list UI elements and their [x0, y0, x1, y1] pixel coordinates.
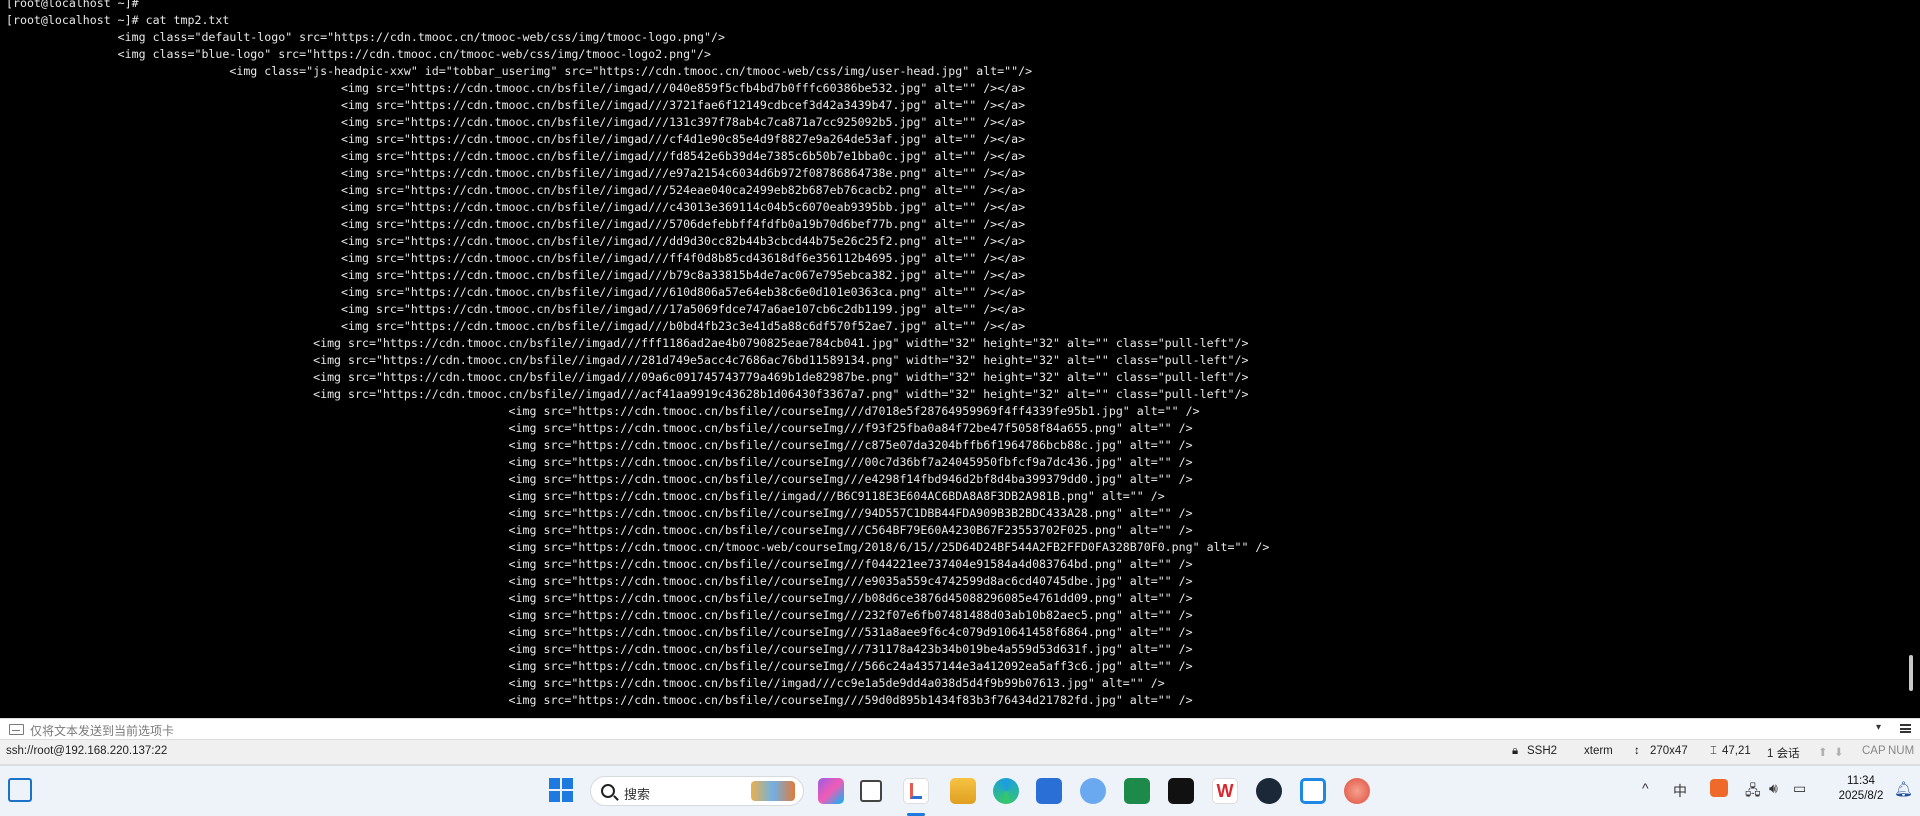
terminal-line: <img src="https://cdn.tmooc.cn/bsfile//c…	[6, 404, 1200, 418]
terminal-line: <img src="https://cdn.tmooc.cn/bsfile//i…	[6, 370, 1249, 384]
arrow-down-icon[interactable]: ⬇	[1834, 745, 1844, 759]
terminal-lines: [root@localhost ~]# [root@localhost ~]# c…	[0, 0, 1269, 709]
terminal-line: <img src="https://cdn.tmooc.cn/bsfile//c…	[6, 472, 1193, 486]
clock-time: 11:34	[1847, 775, 1875, 787]
terminal-line: <img src="https://cdn.tmooc.cn/bsfile//i…	[6, 217, 1026, 231]
terminal-line: <img src="https://cdn.tmooc.cn/bsfile//i…	[6, 98, 1026, 112]
terminal-line: <img src="https://cdn.tmooc.cn/bsfile//c…	[6, 438, 1193, 452]
terminal-line: <img src="https://cdn.tmooc.cn/bsfile//i…	[6, 336, 1249, 350]
snail-app-icon[interactable]	[1344, 778, 1370, 804]
task-view-icon[interactable]	[860, 780, 882, 802]
terminal-line: <img src="https://cdn.tmooc.cn/bsfile//c…	[6, 506, 1193, 520]
taskbar-search-box[interactable]: 搜索	[590, 776, 804, 806]
terminal-line: <img src="https://cdn.tmooc.cn/bsfile//i…	[6, 183, 1026, 197]
clock-date: 2025/8/2	[1838, 790, 1884, 802]
terminal-line: <img src="https://cdn.tmooc.cn/bsfile//i…	[6, 302, 1026, 316]
status-num: NUM	[1888, 745, 1915, 757]
edge-icon[interactable]	[993, 778, 1019, 804]
status-sessions: 1 会话	[1767, 748, 1800, 760]
terminal-line: <img src="https://cdn.tmooc.cn/bsfile//c…	[6, 574, 1193, 588]
terminal-line: <img src="https://cdn.tmooc.cn/bsfile//c…	[6, 523, 1193, 537]
terminal-line: <img src="https://cdn.tmooc.cn/bsfile//i…	[6, 251, 1026, 265]
terminal-line: <img src="https://cdn.tmooc.cn/bsfile//i…	[6, 149, 1026, 163]
tray-chevron-up-icon[interactable]: ^	[1642, 780, 1649, 796]
terminal-line: <img src="https://cdn.tmooc.cn/bsfile//c…	[6, 421, 1193, 435]
keyboard-icon	[9, 724, 24, 735]
terminal-line: [root@localhost ~]# cat tmp2.txt	[6, 13, 230, 27]
terminal-line: <img src="https://cdn.tmooc.cn/bsfile//i…	[6, 285, 1026, 299]
terminal-line: <img src="https://cdn.tmooc.cn/bsfile//i…	[6, 676, 1165, 690]
status-terminal-type: xterm	[1584, 745, 1613, 757]
taskbar-clock[interactable]: 11:34 2025/8/2	[1830, 774, 1892, 804]
notification-bell-icon[interactable]: 🔔︎	[1894, 780, 1913, 798]
terminal-line: <img class="default-logo" src="https://c…	[6, 30, 725, 44]
status-size: 270x47	[1650, 745, 1688, 757]
search-icon	[601, 784, 615, 798]
status-cursor-pos: 47,21	[1722, 745, 1751, 757]
tray-app-icon[interactable]	[1710, 779, 1728, 797]
status-protocol: SSH2	[1527, 745, 1558, 757]
terminal-line: <img src="https://cdn.tmooc.cn/bsfile//c…	[6, 693, 1193, 707]
control-panel-icon[interactable]	[1080, 778, 1106, 804]
terminal-line: <img src="https://cdn.tmooc.cn/bsfile//c…	[6, 455, 1193, 469]
input-method-icon[interactable]: 中	[1673, 781, 1687, 801]
terminal-line: <img src="https://cdn.tmooc.cn/bsfile//i…	[6, 115, 1026, 129]
terminal-line: [root@localhost ~]#	[6, 0, 139, 10]
terminal-line: <img src="https://cdn.tmooc.cn/bsfile//c…	[6, 659, 1193, 673]
screenshot-app-icon[interactable]	[1300, 778, 1326, 804]
terminal-line: <img src="https://cdn.tmooc.cn/bsfile//i…	[6, 353, 1249, 367]
status-connection: ssh://root@192.168.220.137:22	[6, 745, 168, 757]
terminal-line: <img src="https://cdn.tmooc.cn/bsfile//c…	[6, 557, 1193, 571]
terminal-line: <img class="js-headpic-xxw" id="tobbar_u…	[6, 64, 1033, 78]
hamburger-menu-icon[interactable]	[1900, 724, 1911, 733]
widgets-icon[interactable]	[8, 778, 32, 802]
send-target-dropdown[interactable]: ▾	[1876, 722, 1881, 733]
windows-start-icon[interactable]	[549, 778, 573, 802]
search-highlight-image	[751, 781, 795, 801]
network-icon[interactable]: 🖧︎	[1745, 780, 1761, 804]
terminal-line: <img src="https://cdn.tmooc.cn/bsfile//c…	[6, 591, 1193, 605]
gitkraken-icon[interactable]	[1124, 778, 1150, 804]
terminal-line: <img class="blue-logo" src="https://cdn.…	[6, 47, 711, 61]
lock-icon: 🔒︎	[1512, 745, 1519, 757]
status-caps: CAP	[1862, 745, 1886, 757]
store-icon[interactable]	[1036, 778, 1062, 804]
terminal-line: <img src="https://cdn.tmooc.cn/bsfile//i…	[6, 268, 1026, 282]
terminal-line: <img src="https://cdn.tmooc.cn/bsfile//i…	[6, 234, 1026, 248]
terminal-line: <img src="https://cdn.tmooc.cn/bsfile//i…	[6, 387, 1249, 401]
terminal-line: <img src="https://cdn.tmooc.cn/bsfile//i…	[6, 489, 1165, 503]
copilot-icon[interactable]	[818, 778, 844, 804]
terminal-line: <img src="https://cdn.tmooc.cn/bsfile//i…	[6, 81, 1026, 95]
windows-taskbar: 搜索 W ^ 中 🖧︎ 🔊︎ ▭ 11:34 2025/8/2 🔔︎	[0, 765, 1920, 816]
wps-icon[interactable]: W	[1212, 778, 1238, 804]
terminal-line: <img src="https://cdn.tmooc.cn/bsfile//i…	[6, 319, 1026, 333]
compose-bar[interactable]: 仅将文本发送到当前选项卡 ▾	[0, 718, 1920, 740]
xshell-icon[interactable]	[903, 778, 929, 804]
volume-icon[interactable]: 🔊︎	[1769, 780, 1778, 797]
resize-icon: ↕	[1634, 745, 1640, 757]
terminal-scrollbar[interactable]	[1903, 0, 1920, 712]
terminal-line: <img src="https://cdn.tmooc.cn/bsfile//i…	[6, 200, 1026, 214]
arrow-up-icon[interactable]: ⬆	[1818, 745, 1828, 759]
scrollbar-thumb[interactable]	[1909, 655, 1913, 691]
terminal-line: <img src="https://cdn.tmooc.cn/bsfile//i…	[6, 132, 1026, 146]
terminal-output[interactable]: [root@localhost ~]# [root@localhost ~]# c…	[0, 0, 1903, 712]
file-explorer-icon[interactable]	[950, 778, 976, 804]
battery-icon[interactable]: ▭	[1793, 780, 1806, 797]
terminal-line: <img src="https://cdn.tmooc.cn/bsfile//c…	[6, 642, 1193, 656]
terminal-line: <img src="https://cdn.tmooc.cn/tmooc-web…	[6, 540, 1270, 554]
terminal-line: <img src="https://cdn.tmooc.cn/bsfile//c…	[6, 625, 1193, 639]
compose-placeholder[interactable]: 仅将文本发送到当前选项卡	[30, 722, 174, 739]
status-bar: ssh://root@192.168.220.137:22 🔒︎ SSH2 xt…	[0, 740, 1920, 765]
terminal-line: <img src="https://cdn.tmooc.cn/bsfile//i…	[6, 166, 1026, 180]
capcut-icon[interactable]	[1168, 778, 1194, 804]
search-label: 搜索	[624, 787, 651, 802]
terminal-line: <img src="https://cdn.tmooc.cn/bsfile//c…	[6, 608, 1193, 622]
steam-icon[interactable]	[1256, 778, 1282, 804]
cursor-icon: ⌶	[1710, 745, 1717, 757]
